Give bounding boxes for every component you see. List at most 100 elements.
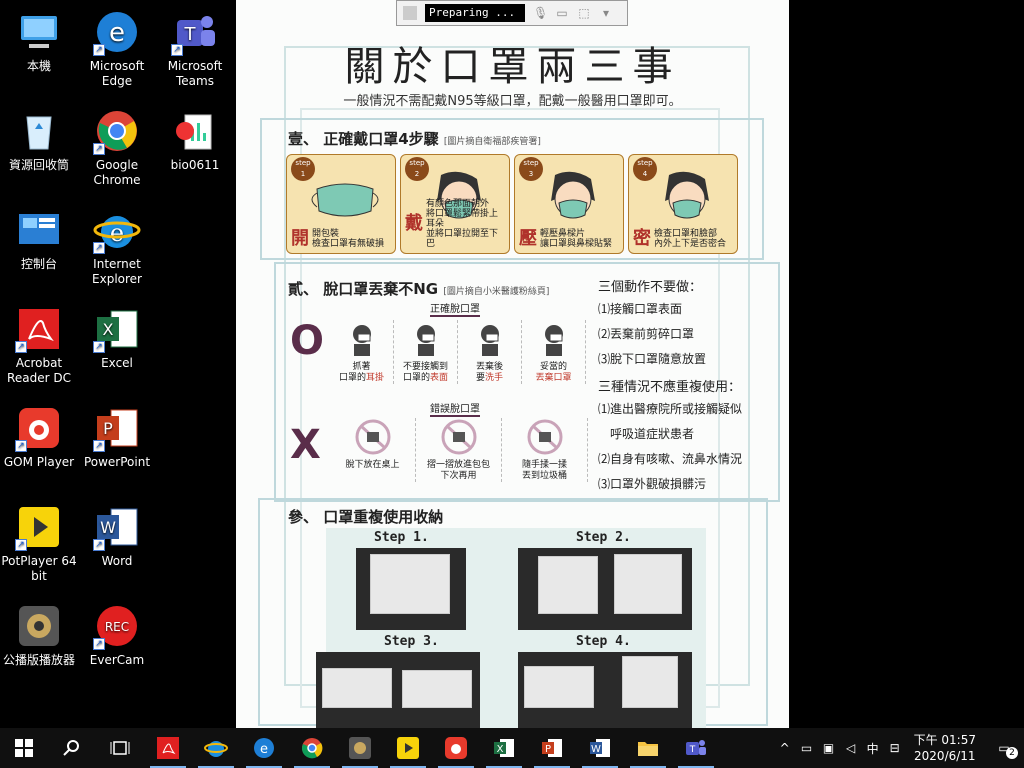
shortcut-arrow-icon: ↗ bbox=[93, 44, 105, 56]
desktop-shortcut-internet-explorer[interactable]: e ↗ Internet Explorer bbox=[78, 206, 156, 287]
action-illustration bbox=[441, 419, 476, 455]
wrong-mark: X bbox=[290, 422, 321, 468]
desktop-shortcut-gom-player[interactable]: ↗ GOM Player bbox=[0, 404, 78, 470]
mask-step-card: step 4 密檢查口罩和臉部 內外上下是否密合 bbox=[628, 154, 738, 254]
tray-overflow-icon[interactable]: ^ bbox=[774, 741, 796, 755]
shortcut-arrow-icon: ↗ bbox=[15, 440, 27, 452]
desktop-shortcut-teams[interactable]: T ↗ Microsoft Teams bbox=[156, 8, 234, 89]
word-icon: W ↗ bbox=[93, 503, 141, 551]
taskbar-teams-button[interactable]: T bbox=[672, 728, 720, 768]
desktop-shortcut-bio0611-file[interactable]: bio0611 bbox=[156, 107, 234, 173]
desktop-shortcut-control-panel[interactable]: 控制台 bbox=[0, 206, 78, 272]
control-panel-icon bbox=[15, 206, 63, 254]
taskbar-acrobat-button[interactable] bbox=[144, 728, 192, 768]
desktop-shortcut-recycle-bin[interactable]: 資源回收筒 bbox=[0, 107, 78, 173]
dont-list: 三個動作不要做： ⑴接觸口罩表面 ⑵丟棄前剪碎口罩 ⑶脫下口罩隨意放置 三種情況不應… bbox=[598, 276, 768, 501]
svg-text:T: T bbox=[689, 745, 696, 755]
volume-icon[interactable]: ◁ bbox=[840, 741, 862, 755]
desktop-shortcut-chrome[interactable]: ↗ Google Chrome bbox=[78, 107, 156, 188]
no-reuse-item: ⑵自身有咳嗽、流鼻水情況 bbox=[598, 452, 743, 466]
wrong-action-item: 脫下放在桌上 bbox=[330, 418, 416, 482]
camera-icon[interactable]: ▭ bbox=[555, 6, 569, 20]
taskbar-gom-player-button[interactable] bbox=[432, 728, 480, 768]
shortcut-arrow-icon: ↗ bbox=[93, 143, 105, 155]
svg-text:W: W bbox=[100, 518, 116, 537]
network-icon[interactable]: ▣ bbox=[818, 741, 840, 755]
taskbar-start-button[interactable] bbox=[0, 728, 48, 768]
svg-text:P: P bbox=[103, 419, 113, 438]
section2-title: 貳、 脫口罩丟棄不NG [圖片摘自小米醫護粉絲頁] bbox=[288, 280, 550, 298]
action-caption: 丟棄後 要洗手 bbox=[475, 362, 504, 383]
taskbar-word-button[interactable]: W bbox=[576, 728, 624, 768]
battery-icon[interactable]: ▭ bbox=[796, 741, 818, 755]
mask-illustration bbox=[551, 171, 595, 219]
desktop-shortcut-acrobat-reader[interactable]: ↗ Acrobat Reader DC bbox=[0, 305, 78, 386]
taskbar: e X P W T ^ ▭ ▣ ◁ 中 ⊟ 下午 01:57 2020/6/11 ▭ 2 bbox=[0, 728, 1024, 768]
clock-date: 2020/6/11 bbox=[914, 749, 976, 763]
no-reuse-item: ⑴進出醫療院所或接觸疑似 bbox=[598, 402, 743, 416]
taskbar-potplayer-button[interactable] bbox=[384, 728, 432, 768]
step3-photo bbox=[316, 652, 480, 728]
shortcut-arrow-icon: ↗ bbox=[93, 242, 105, 254]
taskbar-excel-button[interactable]: X bbox=[480, 728, 528, 768]
taskbar-file-explorer-button[interactable] bbox=[624, 728, 672, 768]
powerpoint-icon: P ↗ bbox=[93, 404, 141, 452]
action-caption: 摺一摺放進包包 下次再用 bbox=[426, 460, 490, 481]
section1-title: 壹、 正確戴口罩4步驟 [圖片摘自衛福部疾管署] bbox=[288, 130, 541, 148]
desktop-shortcut-powerpoint[interactable]: P ↗ PowerPoint bbox=[78, 404, 156, 470]
correct-action-item: 丟棄後 要洗手 bbox=[458, 320, 522, 384]
stop-icon[interactable] bbox=[403, 6, 417, 20]
no-reuse-item: ⑶口罩外觀破損髒污 bbox=[598, 477, 707, 491]
input-mode-icon[interactable]: ⊟ bbox=[884, 741, 906, 755]
step3-label: Step 3. bbox=[384, 634, 439, 649]
mask-illustration bbox=[311, 183, 379, 217]
step2-photo bbox=[518, 548, 692, 630]
desktop-shortcut-word[interactable]: W ↗ Word bbox=[78, 503, 156, 569]
recorder-toolbar: Preparing ... 🎙 ▭ ⬚ ▾ bbox=[396, 0, 628, 26]
dropdown-icon[interactable]: ▾ bbox=[599, 6, 613, 20]
shortcut-arrow-icon: ↗ bbox=[93, 539, 105, 551]
correct-action-item: 妥當的 丟棄口罩 bbox=[522, 320, 586, 384]
svg-text:X: X bbox=[103, 320, 114, 339]
desktop-shortcut-this-pc[interactable]: 本機 bbox=[0, 8, 78, 74]
desktop-icon-label: Word bbox=[101, 554, 133, 568]
taskbar-task-view-button[interactable] bbox=[96, 728, 144, 768]
desktop-icon-label: Microsoft Edge bbox=[89, 59, 145, 88]
desktop-icon-label: Microsoft Teams bbox=[167, 59, 223, 88]
public-player-icon bbox=[15, 602, 63, 650]
region-select-icon[interactable]: ⬚ bbox=[577, 6, 591, 20]
action-illustration bbox=[544, 325, 563, 356]
ime-indicator[interactable]: 中 bbox=[862, 740, 884, 757]
desktop-shortcut-potplayer[interactable]: ↗ PotPlayer 64 bit bbox=[0, 503, 78, 584]
recorder-status: Preparing ... bbox=[425, 4, 525, 22]
page-title: 關於口罩兩三事 bbox=[344, 44, 681, 90]
step-caption: 密檢查口罩和臉部 內外上下是否密合 bbox=[633, 229, 733, 249]
desktop-icon-label: 控制台 bbox=[20, 257, 57, 271]
desktop-shortcut-excel[interactable]: X ↗ Excel bbox=[78, 305, 156, 371]
step-text: 開包裝 檢查口罩有無破損 bbox=[312, 229, 385, 249]
svg-text:T: T bbox=[184, 24, 197, 45]
desktop-shortcut-evercam[interactable]: REC ↗ EverCam bbox=[78, 602, 156, 668]
taskbar-search-button[interactable] bbox=[48, 728, 96, 768]
excel-icon: X ↗ bbox=[93, 305, 141, 353]
clock[interactable]: 下午 01:57 2020/6/11 bbox=[906, 732, 984, 764]
desktop-icon-label: PowerPoint bbox=[83, 455, 151, 469]
document-viewer[interactable]: 關於口罩兩三事 一般情況不需配戴N95等級口罩，配戴一般醫用口罩即可。 壹、 正… bbox=[236, 0, 789, 728]
taskbar-edge-button[interactable]: e bbox=[240, 728, 288, 768]
desktop-shortcut-edge[interactable]: e ↗ Microsoft Edge bbox=[78, 8, 156, 89]
taskbar-powerpoint-button[interactable]: P bbox=[528, 728, 576, 768]
action-illustration bbox=[527, 419, 562, 455]
dont-heading: 三個動作不要做： bbox=[598, 280, 703, 295]
taskbar-chrome-button[interactable] bbox=[288, 728, 336, 768]
action-caption: 脫下放在桌上 bbox=[345, 460, 400, 470]
recycle-bin-icon bbox=[15, 107, 63, 155]
internet-explorer-icon: e ↗ bbox=[93, 206, 141, 254]
shortcut-arrow-icon: ↗ bbox=[15, 539, 27, 551]
desktop-shortcut-public-player[interactable]: 公播版播放器 bbox=[0, 602, 78, 668]
notifications-icon[interactable]: ▭ 2 bbox=[984, 741, 1024, 759]
taskbar-gom-button[interactable] bbox=[336, 728, 384, 768]
svg-text:P: P bbox=[545, 744, 551, 755]
taskbar-ie-button[interactable] bbox=[192, 728, 240, 768]
microphone-icon[interactable]: 🎙 bbox=[533, 6, 548, 20]
task-view-icon bbox=[110, 739, 130, 757]
